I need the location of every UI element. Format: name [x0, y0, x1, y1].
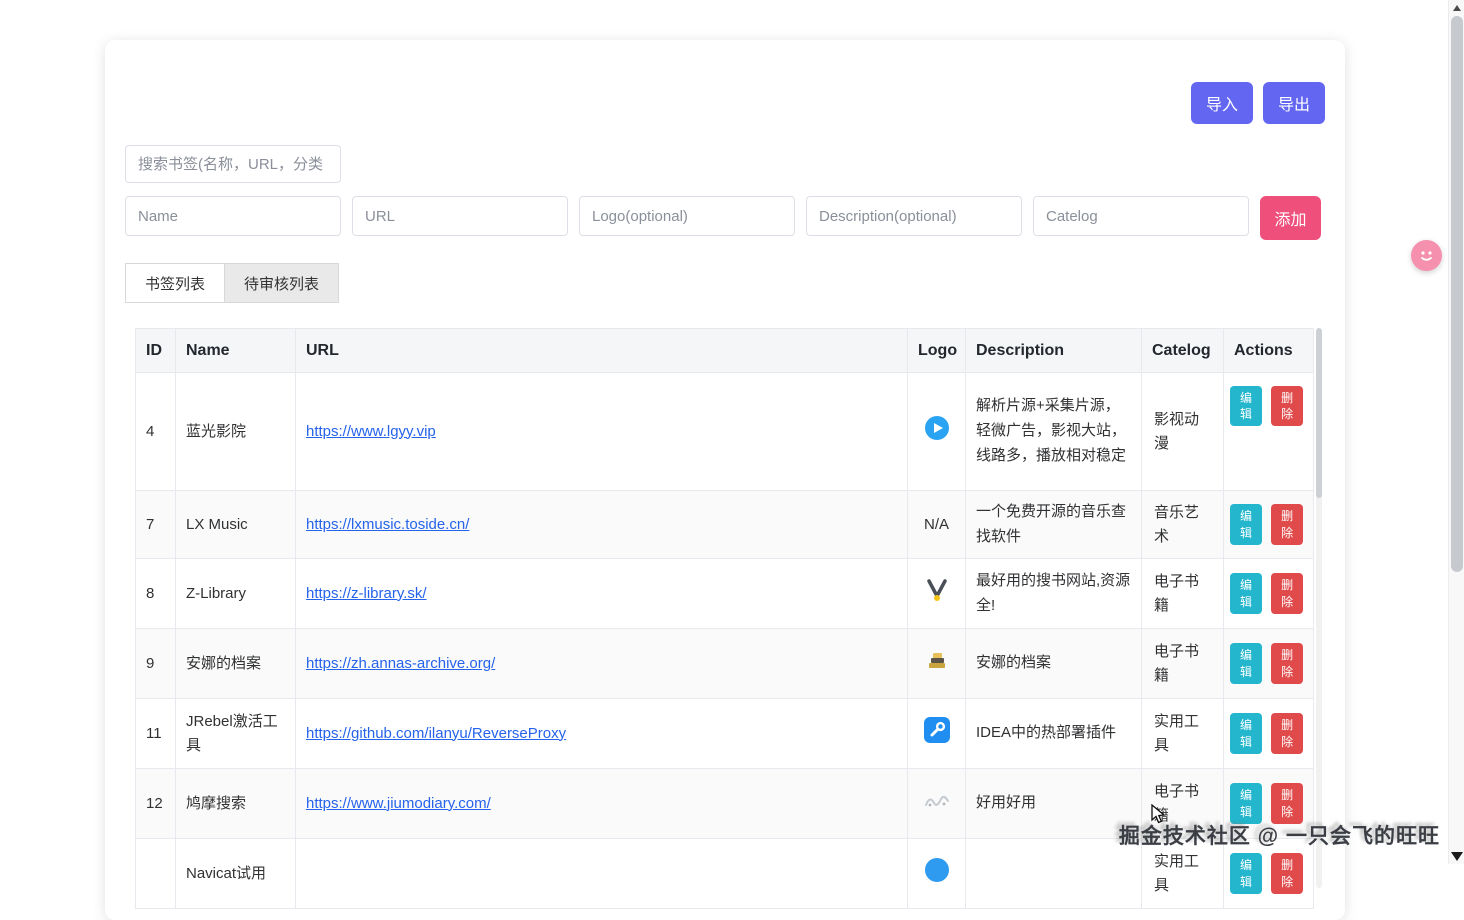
cell-name: LX Music: [176, 491, 296, 559]
cell-name: 鸠摩搜索: [176, 769, 296, 839]
cell-id: 4: [136, 373, 176, 491]
catelog-field[interactable]: [1033, 196, 1249, 236]
bookmark-manager-card: 导入 导出 添加 书签列表 待审核列表 ID Name URL Logo Des…: [105, 40, 1345, 920]
page-scrollbar-thumb[interactable]: [1451, 16, 1463, 572]
cell-name: Z-Library: [176, 559, 296, 629]
delete-button[interactable]: 删除: [1271, 783, 1303, 823]
export-button[interactable]: 导出: [1263, 82, 1325, 124]
play-icon: [924, 415, 950, 441]
cell-catelog: 电子书籍: [1142, 559, 1224, 629]
cell-catelog: 实用工具: [1142, 839, 1224, 909]
bookmark-link[interactable]: https://lxmusic.toside.cn/: [306, 516, 469, 533]
table-row: 8 Z-Library https://z-library.sk/ 最好用的搜书…: [136, 559, 1314, 629]
tabs: 书签列表 待审核列表: [125, 263, 1325, 303]
table-scrollbar-thumb[interactable]: [1316, 328, 1322, 498]
cell-catelog: 电子书籍: [1142, 769, 1224, 839]
scroll-down-arrow-icon[interactable]: [1451, 852, 1463, 861]
edit-button[interactable]: 编辑: [1230, 504, 1262, 544]
mascot-float-button[interactable]: [1411, 240, 1442, 271]
cell-description: 最好用的搜书网站,资源全!: [966, 559, 1142, 629]
cell-description: 解析片源+采集片源，轻微广告，影视大站，线路多，播放相对稳定: [966, 373, 1142, 491]
col-catelog: Catelog: [1142, 329, 1224, 373]
add-bookmark-form: 添加: [125, 196, 1325, 240]
delete-button[interactable]: 删除: [1271, 713, 1303, 753]
annas-archive-icon: [926, 649, 948, 671]
edit-button[interactable]: 编辑: [1230, 386, 1262, 426]
bookmark-table: ID Name URL Logo Description Catelog Act…: [135, 328, 1314, 909]
mascot-face-icon: [1417, 246, 1436, 265]
cell-description: [966, 839, 1142, 909]
cell-name: JRebel激活工具: [176, 699, 296, 769]
app-icon: [924, 857, 950, 883]
wrench-icon: [924, 717, 950, 743]
table-row: 11 JRebel激活工具 https://github.com/ilanyu/…: [136, 699, 1314, 769]
cell-name: 安娜的档案: [176, 629, 296, 699]
search-row: [125, 145, 1325, 183]
delete-button[interactable]: 删除: [1271, 853, 1303, 893]
page-scrollbar[interactable]: [1448, 0, 1464, 864]
import-button[interactable]: 导入: [1191, 82, 1253, 124]
table-header-row: ID Name URL Logo Description Catelog Act…: [136, 329, 1314, 373]
bookmark-link[interactable]: https://www.lgyy.vip: [306, 423, 436, 440]
bookmark-link[interactable]: https://zh.annas-archive.org/: [306, 655, 495, 672]
add-button[interactable]: 添加: [1260, 196, 1321, 240]
bookmark-link[interactable]: https://www.jiumodiary.com/: [306, 795, 491, 812]
cell-id: 7: [136, 491, 176, 559]
cell-name: 蓝光影院: [176, 373, 296, 491]
edit-button[interactable]: 编辑: [1230, 643, 1262, 683]
table-row: Navicat试用 实用工具 编辑 删除: [136, 839, 1314, 909]
tab-bookmark-list[interactable]: 书签列表: [125, 263, 225, 303]
jiumo-logo-icon: [924, 791, 950, 809]
edit-button[interactable]: 编辑: [1230, 713, 1262, 753]
cell-id: 9: [136, 629, 176, 699]
table-row: 12 鸠摩搜索 https://www.jiumodiary.com/ 好用好用…: [136, 769, 1314, 839]
cell-logo-na: N/A: [908, 491, 966, 559]
name-field[interactable]: [125, 196, 341, 236]
cell-description: IDEA中的热部署插件: [966, 699, 1142, 769]
col-name: Name: [176, 329, 296, 373]
toolbar: 导入 导出: [125, 40, 1325, 124]
cell-description: 好用好用: [966, 769, 1142, 839]
bookmark-link[interactable]: https://z-library.sk/: [306, 585, 427, 602]
col-actions: Actions: [1224, 329, 1314, 373]
description-field[interactable]: [806, 196, 1022, 236]
cell-description: 安娜的档案: [966, 629, 1142, 699]
table-row: 7 LX Music https://lxmusic.toside.cn/ N/…: [136, 491, 1314, 559]
url-field[interactable]: [352, 196, 568, 236]
delete-button[interactable]: 删除: [1271, 573, 1303, 613]
table-scrollbar[interactable]: [1316, 328, 1322, 888]
z-library-icon: [924, 577, 950, 603]
cell-catelog: 影视动漫: [1142, 373, 1224, 491]
cell-description: 一个免费开源的音乐查找软件: [966, 491, 1142, 559]
delete-button[interactable]: 删除: [1271, 643, 1303, 683]
cell-name: Navicat试用: [176, 839, 296, 909]
cell-id: 11: [136, 699, 176, 769]
table-row: 4 蓝光影院 https://www.lgyy.vip 解析片源+采集片源，轻微…: [136, 373, 1314, 491]
col-logo: Logo: [908, 329, 966, 373]
cell-catelog: 电子书籍: [1142, 629, 1224, 699]
tab-pending-review-list[interactable]: 待审核列表: [224, 263, 339, 303]
table-row: 9 安娜的档案 https://zh.annas-archive.org/ 安娜…: [136, 629, 1314, 699]
edit-button[interactable]: 编辑: [1230, 853, 1262, 893]
col-url: URL: [296, 329, 908, 373]
logo-field[interactable]: [579, 196, 795, 236]
bookmark-link[interactable]: https://github.com/ilanyu/ReverseProxy: [306, 725, 566, 742]
col-description: Description: [966, 329, 1142, 373]
edit-button[interactable]: 编辑: [1230, 783, 1262, 823]
cell-catelog: 音乐艺术: [1142, 491, 1224, 559]
delete-button[interactable]: 删除: [1271, 386, 1303, 426]
cell-id: [136, 839, 176, 909]
cell-id: 8: [136, 559, 176, 629]
scroll-up-arrow-icon[interactable]: [1453, 5, 1461, 11]
cell-catelog: 实用工具: [1142, 699, 1224, 769]
delete-button[interactable]: 删除: [1271, 504, 1303, 544]
search-input[interactable]: [125, 145, 341, 183]
col-id: ID: [136, 329, 176, 373]
cell-id: 12: [136, 769, 176, 839]
edit-button[interactable]: 编辑: [1230, 573, 1262, 613]
